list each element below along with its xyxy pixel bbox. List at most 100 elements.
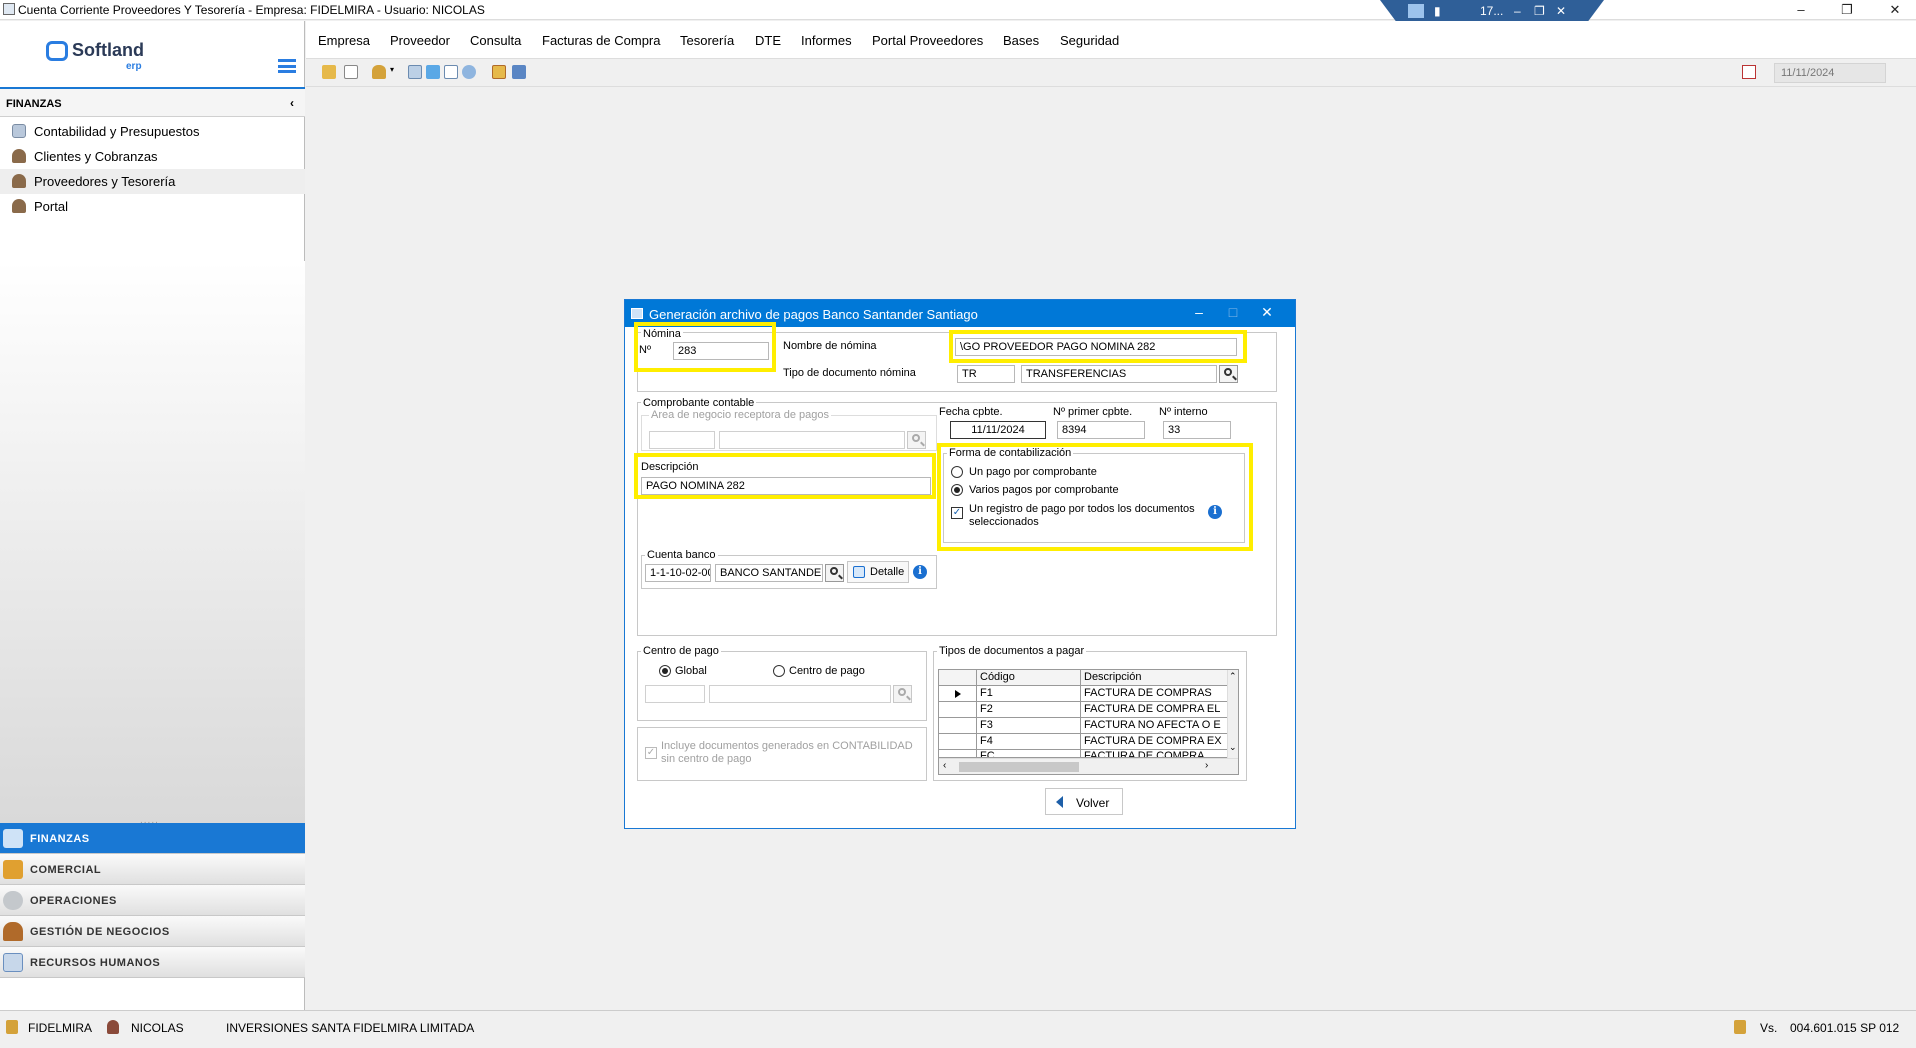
cell-desc: FACTURA DE COMPRAS <box>1084 687 1212 699</box>
table-row[interactable]: FC FACTURA DE COMPRA <box>939 750 1227 758</box>
save-icon[interactable] <box>512 65 526 79</box>
cell-desc: FACTURA DE COMPRA EX <box>1084 735 1222 747</box>
pin-icon[interactable] <box>1408 4 1424 18</box>
grid-header: Código Descripción <box>939 670 1227 686</box>
menu-informes[interactable]: Informes <box>801 33 852 48</box>
scroll-thumb[interactable] <box>959 762 1079 772</box>
window-title: Cuenta Corriente Proveedores Y Tesorería… <box>18 3 485 17</box>
grid-vertical-scrollbar[interactable]: ⌃ ⌄ <box>1227 670 1238 758</box>
primer-cpbte-label: Nº primer cpbte. <box>1053 406 1133 418</box>
grid-icon[interactable] <box>408 65 422 79</box>
numero-interno-input[interactable]: 33 <box>1163 421 1231 439</box>
module-recursos-humanos[interactable]: RECURSOS HUMANOS <box>0 947 305 978</box>
report-icon[interactable] <box>492 65 506 79</box>
menu-consulta[interactable]: Consulta <box>470 33 521 48</box>
section-header[interactable]: FINANZAS ‹ <box>0 87 305 117</box>
centro-pago-label: Centro de pago <box>641 645 721 657</box>
module-operaciones[interactable]: OPERACIONES <box>0 885 305 916</box>
fecha-cpbte-input[interactable]: 11/11/2024 <box>950 421 1046 439</box>
menu-tesoreria[interactable]: Tesorería <box>680 33 734 48</box>
scroll-left-icon[interactable]: ‹ <box>943 760 946 771</box>
cell-code: F3 <box>977 718 1081 734</box>
volver-button[interactable]: Volver <box>1045 788 1123 815</box>
column-header-codigo[interactable]: Código <box>977 670 1081 686</box>
finance-icon <box>3 829 23 848</box>
module-gestion-negocios[interactable]: GESTIÓN DE NEGOCIOS <box>0 916 305 947</box>
new-document-icon[interactable] <box>344 65 358 79</box>
primer-cpbte-input[interactable]: 8394 <box>1057 421 1145 439</box>
menu-bases[interactable]: Bases <box>1003 33 1039 48</box>
dialog-minimize-button[interactable]: – <box>1185 304 1213 320</box>
cuenta-info-icon[interactable]: i <box>913 565 927 579</box>
tipo-documento-search-button[interactable] <box>1219 365 1238 383</box>
status-razon-social: INVERSIONES SANTA FIDELMIRA LIMITADA <box>226 1021 475 1035</box>
ledger-icon <box>12 124 26 138</box>
sidebar-item-label: Contabilidad y Presupuestos <box>34 124 200 139</box>
radio-global[interactable] <box>659 665 671 677</box>
highlight-nomina <box>634 322 776 372</box>
menu-portal-proveedores[interactable]: Portal Proveedores <box>872 33 983 48</box>
sidebar-item-clientes[interactable]: Clientes y Cobranzas <box>0 144 305 169</box>
tipo-documento-label: Tipo de documento nómina <box>783 367 916 379</box>
menu-proveedor[interactable]: Proveedor <box>390 33 450 48</box>
sidebar-item-portal[interactable]: Portal <box>0 194 305 219</box>
detalle-button[interactable]: Detalle <box>847 561 909 583</box>
window-titlebar: Cuenta Corriente Proveedores Y Tesorería… <box>0 0 1916 24</box>
mail-icon[interactable] <box>444 65 458 79</box>
sidebar-item-proveedores[interactable]: Proveedores y Tesorería <box>0 169 305 194</box>
sidebar: Softland erp FINANZAS ‹ Contabilidad y P… <box>0 21 305 1010</box>
remote-minimize-icon[interactable]: – <box>1514 4 1521 18</box>
area-negocio-label: Area de negocio receptora de pagos <box>649 409 831 421</box>
hamburger-menu-icon[interactable] <box>278 59 296 73</box>
monitor-icon[interactable] <box>426 65 440 79</box>
row-selector-icon <box>955 690 961 698</box>
calendar-icon[interactable] <box>1742 65 1756 79</box>
centro-desc-input[interactable] <box>709 685 891 703</box>
centro-code-input[interactable] <box>645 685 705 703</box>
table-row[interactable]: F4 FACTURA DE COMPRA EX <box>939 734 1227 750</box>
system-date: 11/11/2024 <box>1774 63 1886 83</box>
area-negocio-desc-input[interactable] <box>719 431 905 449</box>
menu-empresa[interactable]: Empresa <box>318 33 370 48</box>
help-icon[interactable] <box>462 65 476 79</box>
table-row[interactable]: F2 FACTURA DE COMPRA EL <box>939 702 1227 718</box>
app-icon <box>3 3 15 15</box>
person-icon <box>12 174 26 188</box>
cuenta-banco-search-button[interactable] <box>825 564 844 582</box>
dialog-close-button[interactable]: ✕ <box>1253 304 1281 321</box>
menu-seguridad[interactable]: Seguridad <box>1060 33 1119 48</box>
area-negocio-search-button[interactable] <box>907 431 926 449</box>
open-folder-icon[interactable] <box>322 65 336 79</box>
column-header-descripcion[interactable]: Descripción <box>1081 670 1227 686</box>
scroll-down-icon[interactable]: ⌄ <box>1229 742 1237 753</box>
highlight-descripcion <box>634 453 936 499</box>
tipo-documento-code-input[interactable]: TR <box>957 365 1015 383</box>
cuenta-banco-name-input[interactable]: BANCO SANTANDE <box>715 564 823 582</box>
sidebar-item-contabilidad[interactable]: Contabilidad y Presupuestos <box>0 119 305 144</box>
grid-horizontal-scrollbar[interactable]: ‹ › <box>939 758 1238 774</box>
table-row[interactable]: F1 FACTURA DE COMPRAS <box>939 686 1227 702</box>
restore-button[interactable]: ❐ <box>1832 2 1862 18</box>
cuenta-banco-code-input[interactable]: 1-1-10-02-00 <box>645 564 711 582</box>
minimize-button[interactable]: – <box>1786 2 1816 17</box>
area-negocio-code-input[interactable] <box>649 431 715 449</box>
lock-icon[interactable] <box>372 65 386 79</box>
close-button[interactable]: ✕ <box>1880 2 1910 18</box>
incluye-checkbox[interactable]: ✓ <box>645 747 657 759</box>
comprobante-group-label: Comprobante contable <box>641 397 757 409</box>
module-finanzas[interactable]: FINANZAS <box>0 823 305 854</box>
module-comercial[interactable]: COMERCIAL <box>0 854 305 885</box>
dropdown-arrow-icon[interactable]: ▾ <box>390 65 398 79</box>
cell-desc: FACTURA NO AFECTA O E <box>1084 719 1221 731</box>
remote-restore-icon[interactable]: ❐ <box>1534 4 1545 18</box>
tipo-documento-desc-input[interactable]: TRANSFERENCIAS <box>1021 365 1217 383</box>
scroll-up-icon[interactable]: ⌃ <box>1229 671 1237 682</box>
scroll-right-icon[interactable]: › <box>1205 760 1208 771</box>
radio-centro-pago[interactable] <box>773 665 785 677</box>
menu-facturas-compra[interactable]: Facturas de Compra <box>542 33 661 48</box>
centro-search-button[interactable] <box>893 685 912 703</box>
table-row[interactable]: F3 FACTURA NO AFECTA O E <box>939 718 1227 734</box>
collapse-chevron-icon[interactable]: ‹ <box>290 96 294 110</box>
menu-dte[interactable]: DTE <box>755 33 781 48</box>
remote-close-icon[interactable]: ✕ <box>1556 4 1566 18</box>
